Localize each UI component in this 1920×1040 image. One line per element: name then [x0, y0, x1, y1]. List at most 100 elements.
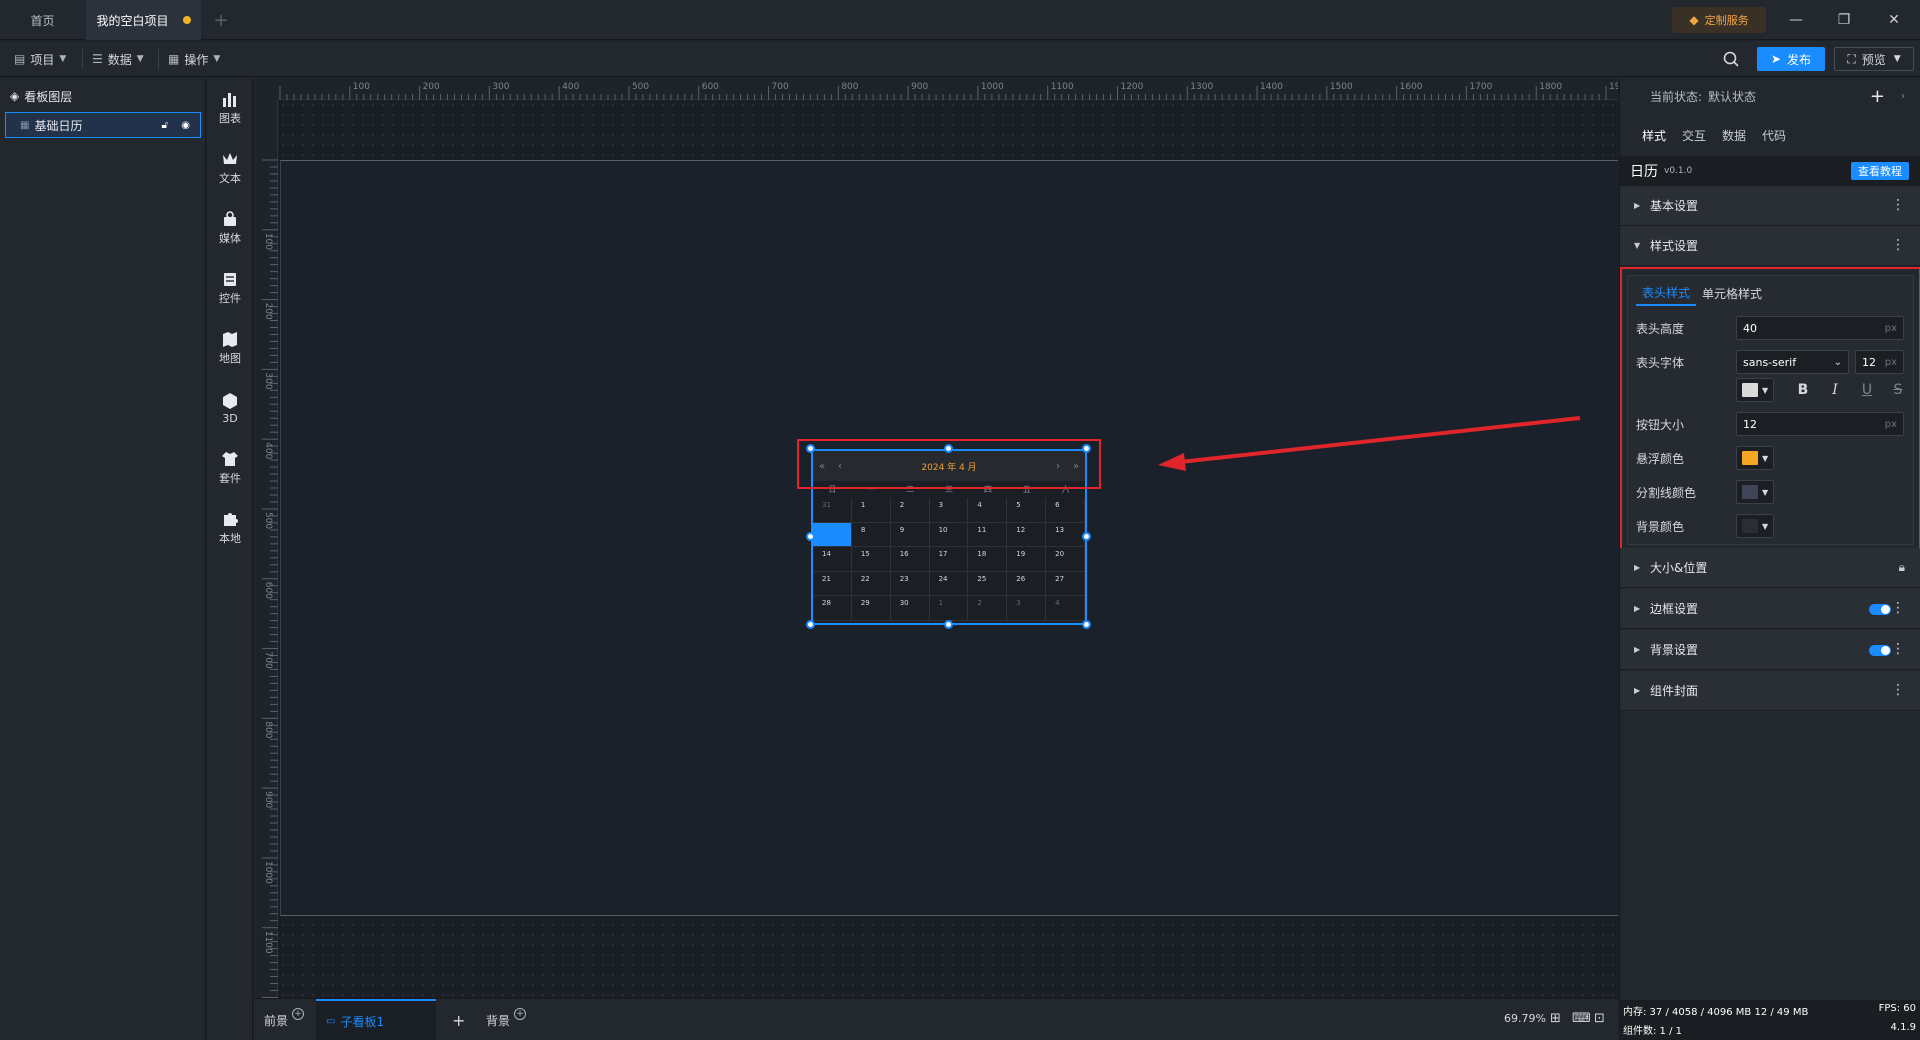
custom-service-button[interactable]: ◆ 定制服务 [1672, 7, 1766, 33]
header-font-size-input[interactable]: 12 px [1855, 350, 1904, 374]
subtab-cell-style[interactable]: 单元格样式 [1696, 280, 1768, 306]
comp-3d[interactable]: 3D [207, 382, 253, 434]
add-board-icon[interactable]: + [452, 999, 465, 1040]
font-color-picker[interactable]: ▼ [1736, 378, 1774, 402]
tutorial-button[interactable]: 查看教程 [1851, 162, 1909, 180]
terminal-icon[interactable]: ⊡ [1594, 1011, 1605, 1026]
comp-media[interactable]: 媒体 [207, 202, 253, 254]
tab-project[interactable]: 我的空白项目 [86, 0, 201, 40]
day-cell[interactable]: 19 [1007, 547, 1047, 572]
day-cell[interactable]: 28 [813, 596, 852, 621]
day-cell[interactable]: 29 [851, 596, 891, 621]
eye-icon[interactable]: ◉ [181, 120, 190, 131]
day-cell[interactable]: 18 [968, 547, 1008, 572]
fit-screen-icon[interactable]: ⊞ [1550, 1011, 1561, 1026]
comp-kit[interactable]: 套件 [207, 442, 253, 494]
resize-handle[interactable] [806, 620, 815, 629]
foreground-tab[interactable]: 前景 + [264, 999, 305, 1040]
section-basic[interactable]: ▶ 基本设置 ⋮ [1620, 186, 1920, 226]
italic-icon[interactable]: I [1825, 378, 1845, 402]
publish-button[interactable]: ➤ 发布 [1757, 47, 1825, 71]
strikethrough-icon[interactable]: S [1888, 378, 1908, 402]
resize-handle[interactable] [1082, 620, 1091, 629]
day-cell[interactable]: 31 [813, 498, 852, 523]
comp-map[interactable]: 地图 [207, 322, 253, 374]
section-background[interactable]: ▶ 背景设置 ⋮ [1620, 630, 1920, 670]
tab-home[interactable]: 首页 [0, 0, 85, 40]
day-cell[interactable]: 14 [813, 547, 852, 572]
day-cell[interactable]: 26 [1007, 571, 1047, 597]
section-size-position[interactable]: ▶ 大小&位置 🔒︎ [1620, 548, 1920, 588]
day-cell[interactable]: 27 [1046, 571, 1085, 597]
minimize-icon[interactable]: — [1786, 10, 1806, 30]
search-icon[interactable] [1722, 50, 1740, 68]
background-toggle[interactable] [1869, 645, 1891, 656]
child-board-tab[interactable]: ▭ 子看板1 [316, 999, 436, 1040]
day-cell[interactable]: 5 [1007, 498, 1047, 523]
day-cell[interactable]: 3 [1007, 596, 1047, 621]
close-icon[interactable]: ✕ [1884, 10, 1904, 30]
day-cell[interactable]: 2 [890, 498, 930, 523]
background-tab[interactable]: 背景 + [486, 999, 527, 1040]
day-cell[interactable]: 4 [968, 498, 1008, 523]
day-cell[interactable]: 25 [968, 571, 1008, 597]
restore-icon[interactable]: ❐ [1834, 10, 1854, 30]
state-value[interactable]: 默认状态 [1708, 88, 1756, 105]
day-cell[interactable]: 24 [929, 571, 969, 597]
bold-icon[interactable]: B [1793, 378, 1813, 402]
day-cell[interactable]: 13 [1046, 522, 1085, 548]
resize-handle[interactable] [944, 620, 953, 629]
header-font-select[interactable]: sans-serif ⌄ [1736, 350, 1849, 374]
button-size-input[interactable]: 12 px [1736, 412, 1904, 436]
more-icon[interactable]: ⋮ [1891, 238, 1905, 252]
add-state-icon[interactable]: + [1870, 86, 1885, 107]
comp-control[interactable]: 控件 [207, 262, 253, 314]
subtab-header-style[interactable]: 表头样式 [1636, 280, 1697, 306]
chevron-right-icon[interactable]: › [1901, 91, 1905, 102]
more-icon[interactable]: ⋮ [1891, 198, 1905, 212]
day-cell[interactable]: 11 [968, 522, 1008, 548]
section-style[interactable]: ▼ 样式设置 ⋮ [1620, 226, 1920, 266]
unlock-icon[interactable]: 🔓︎ [162, 120, 168, 131]
menu-project[interactable]: ▤ 项目 ▼ [14, 47, 66, 71]
day-cell[interactable]: 10 [929, 522, 969, 548]
section-cover[interactable]: ▶ 组件封面 ⋮ [1620, 671, 1920, 711]
day-cell-selected[interactable] [813, 522, 852, 548]
more-icon[interactable]: ⋮ [1891, 601, 1905, 615]
underline-icon[interactable]: U [1857, 378, 1877, 402]
day-cell[interactable]: 4 [1046, 596, 1085, 621]
day-cell[interactable]: 9 [890, 522, 930, 548]
more-icon[interactable]: ⋮ [1891, 642, 1905, 656]
add-tab-icon[interactable]: + [206, 0, 236, 40]
bg-color-picker[interactable]: ▼ [1736, 514, 1774, 538]
day-cell[interactable]: 8 [851, 522, 891, 548]
day-cell[interactable]: 2 [968, 596, 1008, 621]
border-toggle[interactable] [1869, 604, 1891, 615]
add-icon[interactable]: + [292, 1008, 305, 1020]
day-cell[interactable]: 30 [890, 596, 930, 621]
keyboard-icon[interactable]: ⌨ [1572, 1011, 1591, 1026]
hover-color-picker[interactable]: ▼ [1736, 446, 1774, 470]
menu-operate[interactable]: ▦ 操作 ▼ [168, 47, 220, 71]
day-cell[interactable]: 6 [1046, 498, 1085, 523]
day-cell[interactable]: 22 [851, 571, 891, 597]
header-height-input[interactable]: 40 px [1736, 316, 1904, 340]
menu-data[interactable]: ☰ 数据 ▼ [92, 47, 144, 71]
day-cell[interactable]: 1 [851, 498, 891, 523]
add-icon[interactable]: + [514, 1008, 527, 1020]
day-cell[interactable]: 17 [929, 547, 969, 572]
section-border[interactable]: ▶ 边框设置 ⋮ [1620, 589, 1920, 629]
more-icon[interactable]: ⋮ [1891, 683, 1905, 697]
day-cell[interactable]: 21 [813, 571, 852, 597]
tab-data[interactable]: 数据 [1714, 122, 1754, 148]
preview-button[interactable]: ⛶ 预览 ▼ [1834, 47, 1914, 71]
comp-chart[interactable]: 图表 [207, 82, 253, 134]
resize-handle[interactable] [1082, 532, 1091, 541]
day-cell[interactable]: 12 [1007, 522, 1047, 548]
day-cell[interactable]: 15 [851, 547, 891, 572]
day-cell[interactable]: 20 [1046, 547, 1085, 572]
day-cell[interactable]: 16 [890, 547, 930, 572]
comp-local[interactable]: 本地 [207, 502, 253, 554]
zoom-level[interactable]: 69.79% [1504, 1012, 1546, 1025]
layer-item[interactable]: ▦ 基础日历 🔓︎ ◉ [5, 112, 201, 138]
